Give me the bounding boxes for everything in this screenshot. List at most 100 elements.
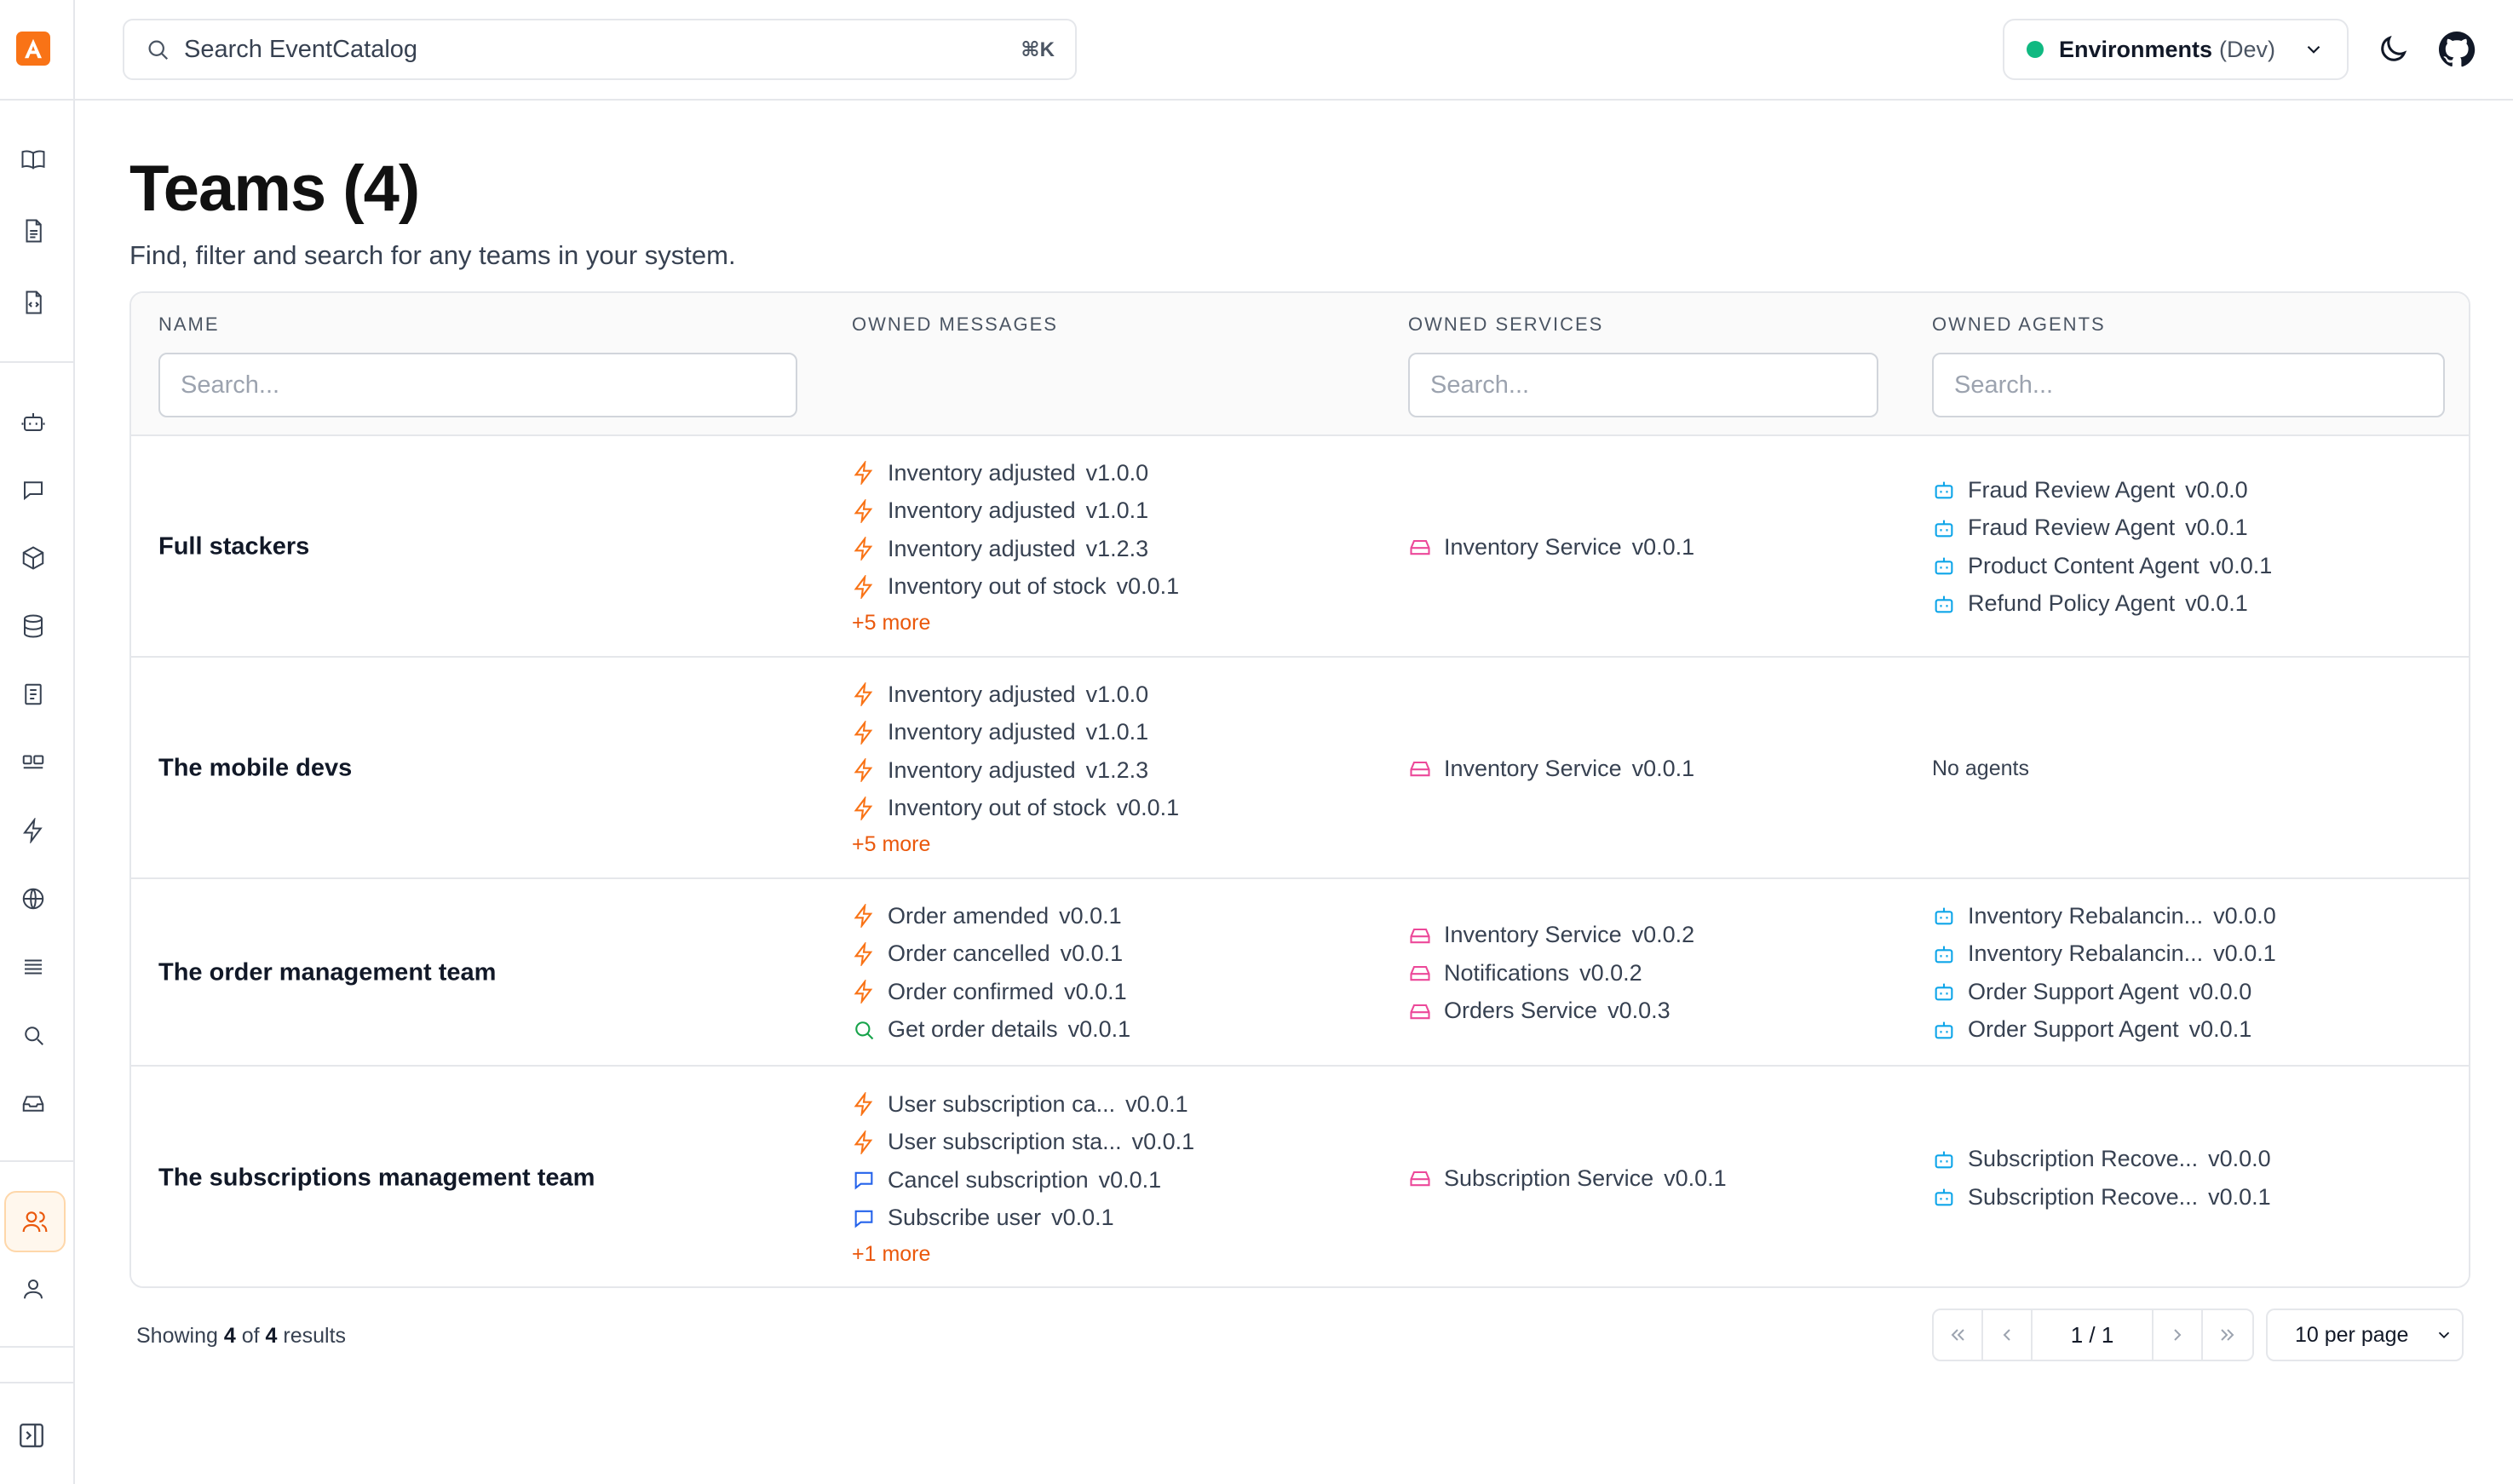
database-icon[interactable]: [19, 612, 48, 641]
environment-label: Environments: [2059, 36, 2213, 62]
users-icon[interactable]: [4, 1191, 66, 1252]
service-icon: [1410, 928, 1430, 943]
chat-icon[interactable]: [19, 475, 48, 504]
document-icon[interactable]: [19, 216, 48, 245]
agent-item[interactable]: Inventory Rebalancin... v0.0.1: [1932, 935, 2443, 974]
per-page-value: 10 per page: [2295, 1322, 2409, 1347]
service-item[interactable]: Subscription Service v0.0.1: [1408, 1159, 1902, 1198]
team-name-link[interactable]: The subscriptions management team: [158, 1165, 595, 1193]
service-item-version: v0.0.1: [1631, 755, 1695, 781]
globe-icon[interactable]: [19, 884, 48, 913]
event-icon: [854, 498, 873, 523]
agent-icon: [1935, 481, 1953, 499]
name-filter-input[interactable]: [158, 353, 797, 417]
event-icon: [854, 904, 873, 929]
message-item[interactable]: Inventory out of stock v0.0.1: [852, 790, 1380, 828]
service-item[interactable]: Orders Service v0.0.3: [1408, 992, 1902, 1030]
more-messages-link[interactable]: +1 more: [852, 1237, 1380, 1271]
service-item[interactable]: Inventory Service v0.0.1: [1408, 528, 1902, 567]
theme-toggle-moon-icon[interactable]: [2376, 32, 2410, 66]
layout-icon[interactable]: [19, 748, 48, 777]
notebook-icon[interactable]: [19, 680, 48, 709]
search-icon[interactable]: [19, 1021, 48, 1050]
message-item-label: Get order details: [888, 1016, 1058, 1043]
service-item[interactable]: Notifications v0.0.2: [1408, 954, 1902, 992]
message-item-version: v0.0.1: [1064, 978, 1127, 1004]
bot-icon[interactable]: [19, 407, 48, 436]
team-name-link[interactable]: The mobile devs: [158, 755, 352, 783]
message-item[interactable]: Order cancelled v0.0.1: [852, 935, 1380, 974]
agent-item[interactable]: Subscription Recove... v0.0.0: [1932, 1141, 2443, 1179]
per-page-select[interactable]: 10 per page: [2266, 1309, 2464, 1361]
page-subtitle: Find, filter and search for any teams in…: [129, 240, 736, 270]
message-item[interactable]: Inventory adjusted v1.0.1: [852, 492, 1380, 531]
service-icon: [1410, 1004, 1430, 1019]
first-page-button[interactable]: [1934, 1310, 1983, 1360]
message-item-version: v1.0.0: [1085, 459, 1149, 486]
previous-page-button[interactable]: [1983, 1310, 2033, 1360]
agent-icon: [1935, 983, 1953, 1001]
inbox-icon[interactable]: [19, 1089, 48, 1118]
services-filter-input[interactable]: [1408, 353, 1878, 417]
column-header-messages: OWNED MESSAGES: [852, 313, 1058, 335]
table-row: Full stackers Inventory adjusted v1.0.0 Inv…: [131, 436, 2469, 658]
book-open-icon[interactable]: [19, 145, 48, 174]
message-item-version: v0.0.1: [1067, 1016, 1131, 1043]
message-item[interactable]: User subscription ca... v0.0.1: [852, 1085, 1380, 1124]
more-messages-link[interactable]: +5 more: [852, 606, 1380, 640]
search-box[interactable]: Search EventCatalog ⌘K: [123, 19, 1077, 80]
message-item-label: Inventory adjusted: [888, 719, 1076, 745]
list-icon[interactable]: [19, 952, 48, 981]
service-item[interactable]: Inventory Service v0.0.1: [1408, 750, 1902, 788]
message-item[interactable]: Get order details v0.0.1: [852, 1011, 1380, 1050]
box-icon[interactable]: [19, 544, 48, 572]
message-item-version: v1.2.3: [1085, 756, 1149, 783]
message-item-version: v0.0.1: [1060, 940, 1124, 967]
sidebar: [0, 0, 75, 1484]
message-item[interactable]: Subscribe user v0.0.1: [852, 1199, 1380, 1238]
team-name-link[interactable]: Full stackers: [158, 533, 309, 561]
message-item[interactable]: Inventory out of stock v0.0.1: [852, 568, 1380, 607]
agent-icon: [1935, 1021, 1953, 1039]
user-icon[interactable]: [19, 1274, 48, 1303]
event-icon: [854, 796, 873, 820]
next-page-button[interactable]: [2154, 1310, 2203, 1360]
message-item[interactable]: Cancel subscription v0.0.1: [852, 1161, 1380, 1199]
message-item[interactable]: Order amended v0.0.1: [852, 897, 1380, 935]
environment-selector[interactable]: Environments (Dev): [2003, 19, 2349, 80]
last-page-button[interactable]: [2203, 1310, 2252, 1360]
sidebar-collapse-icon[interactable]: [17, 1421, 46, 1450]
chevron-left-icon: [2003, 1329, 2010, 1341]
service-item[interactable]: Inventory Service v0.0.2: [1408, 916, 1902, 954]
message-item[interactable]: Inventory adjusted v1.0.0: [852, 454, 1380, 492]
message-item[interactable]: Inventory adjusted v1.2.3: [852, 751, 1380, 790]
agent-item[interactable]: Fraud Review Agent v0.0.0: [1932, 471, 2443, 509]
agent-item-label: Subscription Recove...: [1968, 1146, 2199, 1172]
agent-item[interactable]: Fraud Review Agent v0.0.1: [1932, 509, 2443, 548]
lightning-icon[interactable]: [19, 816, 48, 845]
message-item[interactable]: Inventory adjusted v1.0.1: [852, 714, 1380, 752]
agent-item[interactable]: Refund Policy Agent v0.0.1: [1932, 585, 2443, 624]
agent-item[interactable]: Order Support Agent v0.0.1: [1932, 1011, 2443, 1050]
message-item[interactable]: Inventory adjusted v1.2.3: [852, 530, 1380, 568]
code-file-icon[interactable]: [19, 288, 48, 317]
agent-item[interactable]: Product Content Agent v0.0.1: [1932, 547, 2443, 585]
message-item[interactable]: User subscription sta... v0.0.1: [852, 1124, 1380, 1162]
agents-filter-input[interactable]: [1932, 353, 2445, 417]
search-icon: [148, 40, 169, 60]
message-item[interactable]: Order confirmed v0.0.1: [852, 973, 1380, 1011]
eventcatalog-logo[interactable]: [16, 32, 50, 66]
more-messages-link[interactable]: +5 more: [852, 827, 1380, 861]
command-icon: [854, 1210, 873, 1228]
chevron-down-icon: [2438, 1332, 2450, 1339]
team-name-link[interactable]: The order management team: [158, 959, 496, 987]
owned-messages-cell: Inventory adjusted v1.0.0 Inventory adjust…: [852, 658, 1380, 879]
agent-item[interactable]: Subscription Recove... v0.0.1: [1932, 1178, 2443, 1217]
agent-item[interactable]: Order Support Agent v0.0.0: [1932, 973, 2443, 1011]
github-icon[interactable]: [2436, 29, 2477, 70]
message-item[interactable]: Inventory adjusted v1.0.0: [852, 676, 1380, 714]
service-icon: [1410, 761, 1430, 777]
agent-item[interactable]: Inventory Rebalancin... v0.0.0: [1932, 897, 2443, 935]
agent-icon: [1935, 1188, 1953, 1206]
message-item-label: Inventory out of stock: [888, 573, 1107, 600]
